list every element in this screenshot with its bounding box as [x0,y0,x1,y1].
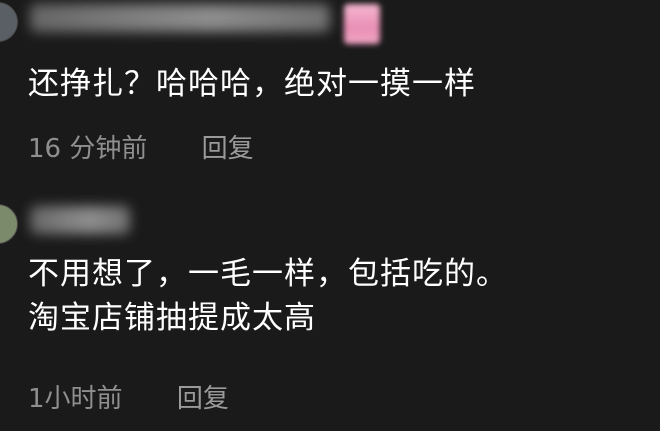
comment-meta: 1小时前 回复 [28,378,229,415]
comment-time: 1小时前 [28,384,123,414]
reply-button[interactable]: 回复 [177,378,229,415]
user-avatar-icon[interactable] [0,2,18,42]
comment-text-line: 还挣扎？哈哈哈，绝对一摸一样 [28,66,476,102]
comment-item: 还挣扎？哈哈哈，绝对一摸一样 16 分钟前 回复 [0,0,660,190]
comment-meta: 16 分钟前 回复 [28,128,254,165]
user-avatar-icon[interactable] [0,204,18,244]
user-badge-icon [344,4,380,44]
comment-text-line: 不用想了，一毛一样，包括吃的。 [28,256,508,292]
comment-text-line: 淘宝店铺抽提成太高 [28,300,316,336]
username-redacted[interactable] [30,206,130,234]
comment-text: 不用想了，一毛一样，包括吃的。 淘宝店铺抽提成太高 [28,252,508,340]
username-redacted[interactable] [30,4,330,32]
comment-item: 不用想了，一毛一样，包括吃的。 淘宝店铺抽提成太高 1小时前 回复 [0,190,660,431]
comment-time: 16 分钟前 [28,134,148,164]
reply-button[interactable]: 回复 [202,128,254,165]
comment-text: 还挣扎？哈哈哈，绝对一摸一样 [28,62,476,106]
